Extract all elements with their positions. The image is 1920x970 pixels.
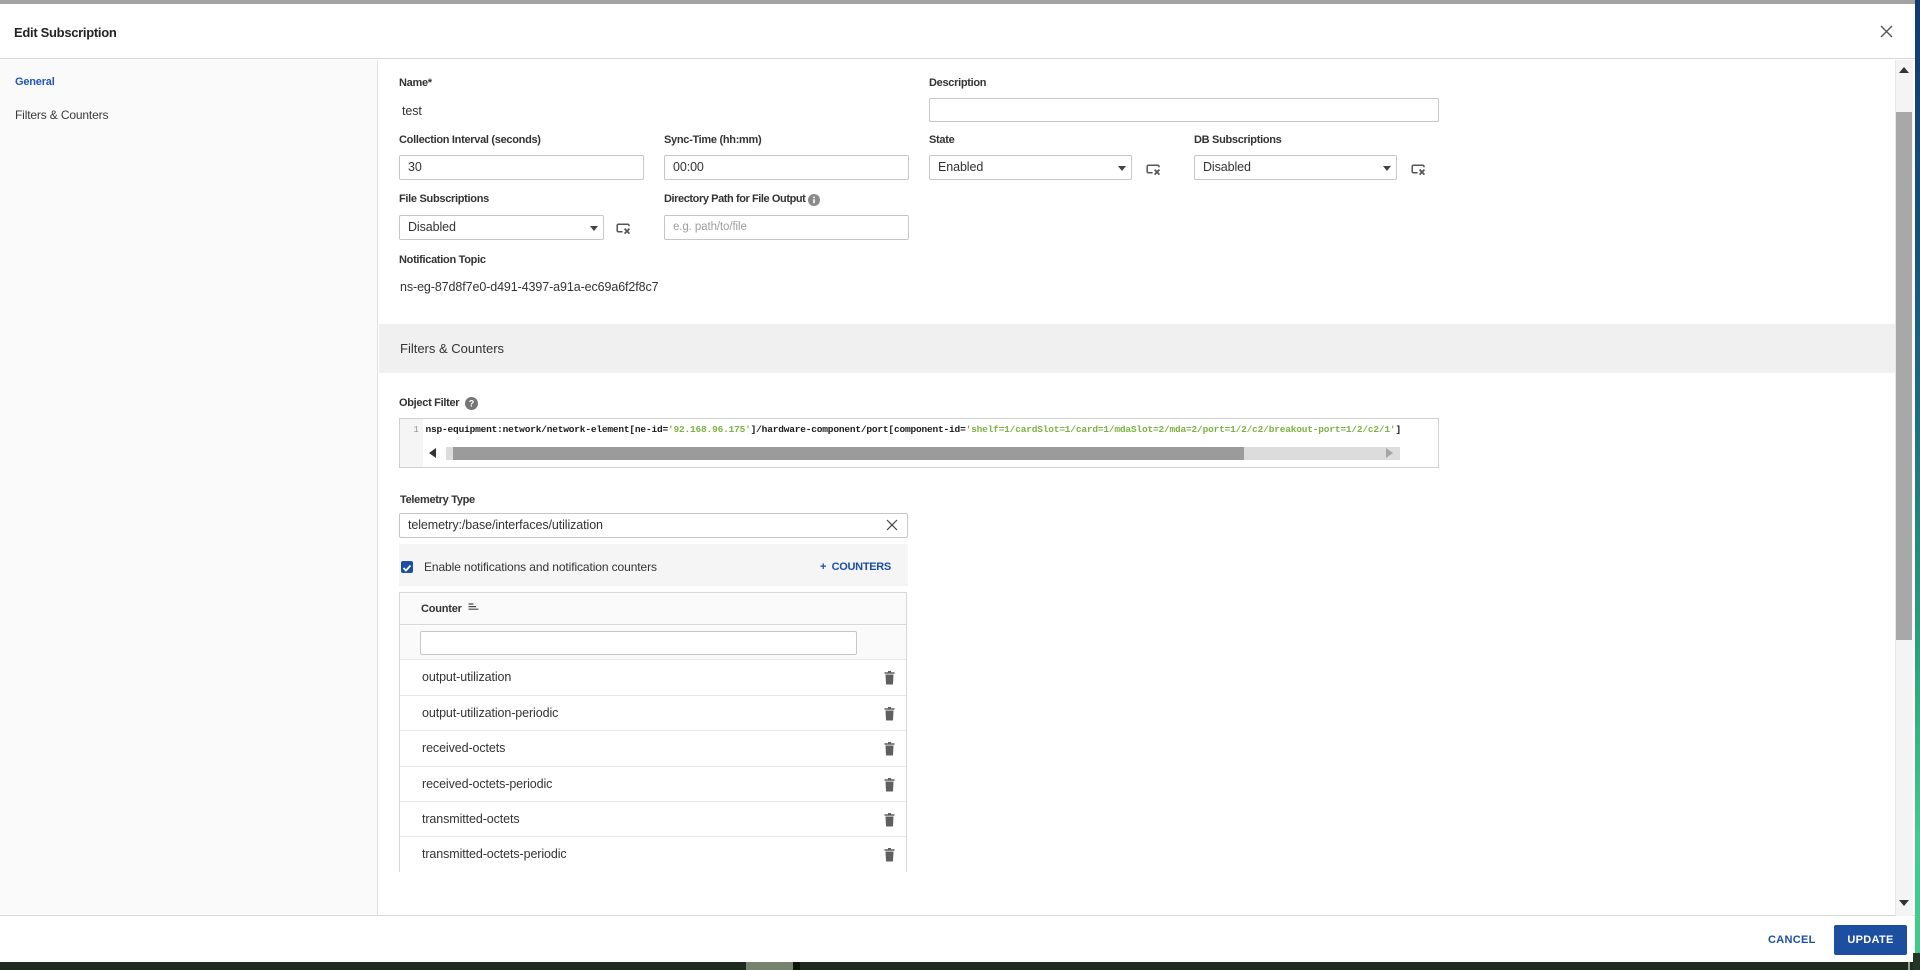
- svg-text:?: ?: [469, 398, 475, 408]
